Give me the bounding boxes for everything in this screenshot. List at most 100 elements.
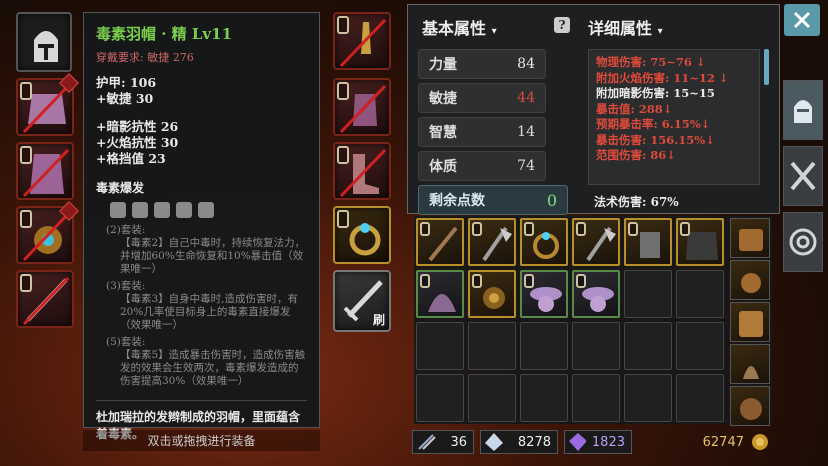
weapon-offhand-slot[interactable] [16, 270, 74, 328]
bag-slot[interactable] [730, 344, 770, 384]
lock-icon [20, 210, 32, 228]
inventory-grid [414, 216, 772, 424]
inventory-slot[interactable] [416, 374, 464, 422]
inventory-slot[interactable] [572, 270, 620, 318]
item-tooltip: 毒素羽帽 · 精 Lv11 穿戴要求: 敏捷 276 护甲: 106 +敏捷 3… [83, 12, 320, 441]
gem-icon [569, 433, 586, 451]
detail-title[interactable]: 详细属性 ▾ [588, 15, 663, 39]
weapon-main-slot[interactable]: 刷 [333, 270, 391, 332]
helmet-slot[interactable] [16, 12, 72, 72]
currency-gold: 62747 [638, 430, 772, 454]
lock-icon [576, 274, 586, 288]
lock-icon [337, 146, 349, 164]
set-armor-icon [132, 202, 148, 218]
lock-icon [420, 274, 430, 288]
inventory-slot[interactable] [624, 218, 672, 266]
detail-fire: 附加火焰伤害: 11~12 ↓ [596, 70, 729, 85]
inventory-slot[interactable] [572, 218, 620, 266]
inventory-slot[interactable] [676, 270, 724, 318]
detail-physical: 物理伤害: 75~76 ↓ [596, 55, 706, 69]
inventory-slot[interactable] [468, 270, 516, 318]
ring-slot[interactable] [333, 206, 391, 264]
inventory-slot[interactable] [416, 218, 464, 266]
inventory-slot[interactable] [520, 218, 568, 266]
help-icon[interactable]: ? [554, 17, 570, 33]
set-name: 毒素爆发 [96, 181, 145, 195]
cloak-slot[interactable] [16, 142, 74, 200]
crossed-swords-icon [790, 161, 816, 191]
inventory-slot[interactable] [416, 270, 464, 318]
necklace-slot[interactable] [333, 12, 391, 70]
set2-head: (2)套装: [106, 224, 146, 236]
currency-arrows: 36 [412, 430, 474, 454]
helmet-icon [34, 31, 58, 62]
lock-icon [20, 146, 32, 164]
stat-constitution: 体质 74 [418, 151, 546, 181]
set-gloves-icon [154, 202, 170, 218]
remaining-points: 剩余点数 0 [418, 185, 568, 215]
armor-slot[interactable] [16, 73, 79, 136]
close-button[interactable] [784, 4, 820, 36]
bag-slot[interactable] [730, 302, 770, 342]
detail-list: 物理伤害: 75~76 ↓ 附加火焰伤害: 11~12 ↓ 附加暗影伤害: 15… [588, 49, 760, 185]
tab-equipment[interactable] [783, 80, 823, 140]
set-boots-icon [198, 202, 214, 218]
inventory-slot[interactable] [572, 322, 620, 370]
gloves-slot[interactable] [333, 78, 391, 136]
set3-head: (3)套装: [106, 280, 146, 292]
stats-panel: 基本属性 ▾ ? 详细属性 ▾ 力量 84 敏捷 44 智慧 14 体质 74 … [407, 4, 780, 215]
inventory-slot[interactable] [624, 374, 672, 422]
tab-targets[interactable] [783, 212, 823, 272]
detail-crit-rate: 预期暴击率: 6.15%↓ [596, 117, 711, 131]
set5-head: (5)套装: [106, 336, 146, 348]
lock-icon [337, 16, 349, 34]
inventory-slot[interactable] [416, 322, 464, 370]
inventory-slot[interactable] [676, 374, 724, 422]
boots-slot[interactable] [333, 142, 391, 200]
pouch-icon [740, 398, 762, 420]
lock-icon [472, 222, 482, 236]
inventory-slot[interactable] [520, 270, 568, 318]
inventory-slot[interactable] [520, 374, 568, 422]
inventory-slot[interactable] [624, 270, 672, 318]
backpack-icon [739, 311, 763, 337]
inventory-slot[interactable] [624, 322, 672, 370]
basic-title[interactable]: 基本属性 ▾ [422, 15, 497, 39]
target-icon [789, 228, 817, 256]
detail-scrollbar[interactable] [764, 49, 769, 85]
bag-icon [739, 229, 763, 251]
bag-slot[interactable] [730, 260, 770, 300]
lock-icon [20, 82, 32, 100]
detail-spell: 法术伤害: 67% [594, 195, 679, 209]
inventory-slot[interactable] [468, 218, 516, 266]
set-belt-icon [176, 202, 192, 218]
bag-slot[interactable] [730, 386, 770, 426]
item-block: +格挡值 23 [96, 151, 166, 166]
detail-aoe: 范围伤害: 86↓ [596, 148, 676, 162]
amulet-slot[interactable] [16, 201, 79, 264]
sack-icon [743, 366, 759, 379]
inventory-slot[interactable] [676, 322, 724, 370]
weapon-slot-label: 刷 [372, 313, 385, 327]
set-pieces [110, 202, 307, 218]
inventory-slot[interactable] [676, 218, 724, 266]
lock-icon [524, 274, 534, 288]
set-helmet-icon [110, 202, 126, 218]
stat-strength: 力量 84 [418, 49, 546, 79]
lock-icon [20, 274, 32, 292]
arrows-icon [418, 434, 436, 450]
inventory-slot[interactable] [468, 374, 516, 422]
equip-hint: 双击或拖拽进行装备 [83, 430, 320, 451]
bag-slot[interactable] [730, 218, 770, 258]
inventory-slot[interactable] [468, 322, 516, 370]
crystal-shard-icon [485, 433, 503, 451]
item-armor: 护甲: 106 [96, 75, 157, 90]
gold-coin-icon [752, 434, 768, 450]
tab-skills[interactable] [783, 146, 823, 206]
detail-shadow: 附加暗影伤害: 15~15 [596, 86, 715, 100]
inventory-slot[interactable] [572, 374, 620, 422]
detail-crit: 暴击值: 288↓ [596, 101, 673, 116]
inventory-slot[interactable] [520, 322, 568, 370]
lock-icon [680, 222, 690, 236]
close-icon [793, 11, 811, 29]
